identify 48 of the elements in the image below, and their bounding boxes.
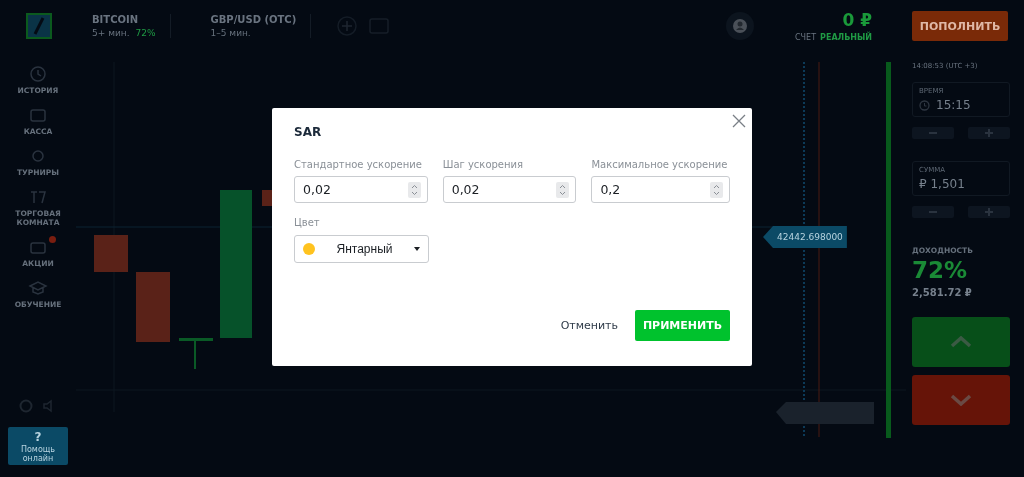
plus-button[interactable] <box>968 127 1010 139</box>
spinner-icon[interactable] <box>710 181 723 198</box>
avatar-icon[interactable] <box>725 11 756 41</box>
plus-icon <box>985 129 993 137</box>
cancel-button[interactable]: Отменить <box>556 315 622 336</box>
help-button[interactable]: ? Помощь онлайн <box>8 427 68 465</box>
plus-icon <box>985 208 993 216</box>
field-label: Стандартное ускорение <box>294 159 423 170</box>
payout-value: 72% <box>912 257 969 283</box>
chevron-down-icon <box>950 394 972 406</box>
clock-icon <box>919 99 930 111</box>
spinner-icon[interactable] <box>556 181 570 198</box>
candle <box>94 235 128 272</box>
plus-icon[interactable] <box>337 16 358 36</box>
graduation-cap-icon <box>28 278 48 298</box>
close-icon[interactable] <box>732 114 746 128</box>
profit-value: 2,581.72 ₽ <box>912 287 973 298</box>
plus-button[interactable] <box>968 206 1010 218</box>
price-tag: 42442.698000 <box>763 226 847 248</box>
balance: 0 ₽ <box>842 10 872 30</box>
minus-button[interactable] <box>912 127 954 139</box>
number-field[interactable]: 0,02 <box>442 176 577 203</box>
dialog-title: SAR <box>294 125 323 139</box>
clock-icon <box>28 64 48 84</box>
color-dropdown[interactable]: Янтарный <box>294 235 429 263</box>
field-label: Шаг ускорения <box>442 159 525 170</box>
logo-icon[interactable] <box>26 13 52 39</box>
chevron-up-icon <box>950 336 972 348</box>
deposit-button[interactable]: ПОПОЛНИТЬ <box>912 11 1008 41</box>
asset-name[interactable]: GBP/USD (OTC) <box>210 14 297 25</box>
asset-payout: 72% <box>135 28 156 38</box>
up-button[interactable] <box>912 317 1010 367</box>
asset-duration: 5+ мин. <box>92 28 130 38</box>
asset-duration: 1–5 мин. <box>210 28 251 38</box>
number-field[interactable]: 0,02 <box>294 176 428 203</box>
spinner-icon[interactable] <box>407 181 421 198</box>
candle <box>136 272 170 342</box>
account-label: СЧЕТ <box>795 33 817 42</box>
field-label: Максимальное ускорение <box>591 159 729 170</box>
caret-icon <box>414 247 420 251</box>
asset-name[interactable]: BITCOIN <box>92 14 156 25</box>
notification-dot <box>49 236 56 243</box>
field-label: Цвет <box>294 217 321 228</box>
down-button[interactable] <box>912 375 1010 425</box>
minus-button[interactable] <box>912 206 954 218</box>
candle <box>179 338 213 369</box>
number-field[interactable]: 0,2 <box>591 176 730 203</box>
account-type[interactable]: РЕАЛЬНЫЙ <box>820 33 872 42</box>
